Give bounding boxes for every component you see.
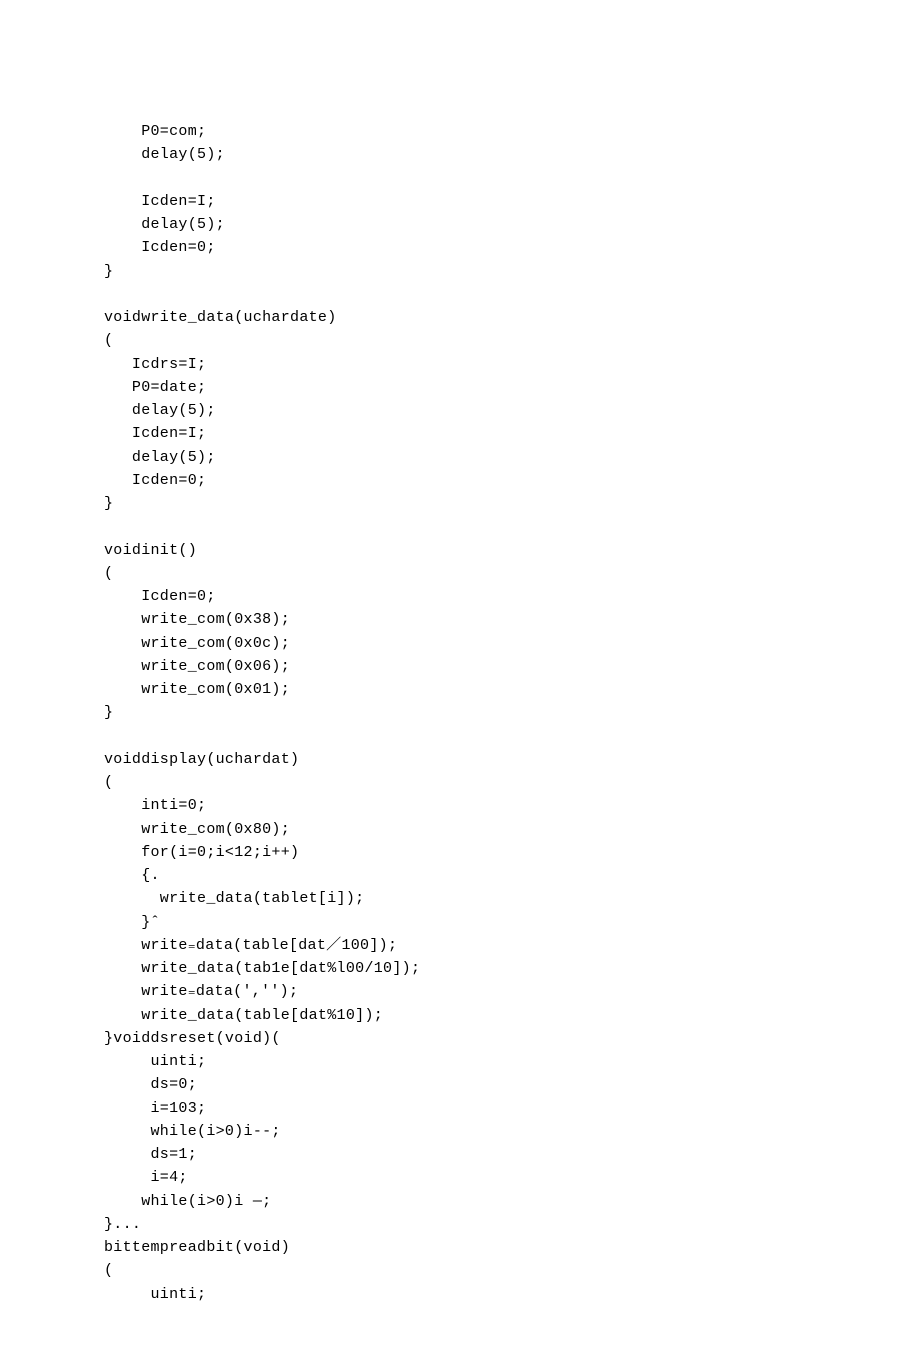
code-line: ds=0; (104, 1076, 197, 1093)
code-document: P0=com; delay(5); Icden=I; delay(5); Icd… (0, 0, 920, 1346)
code-line: delay(5); (104, 402, 216, 419)
code-line: write_data(tablet[i]); (104, 890, 364, 907)
code-line: i=4; (104, 1169, 188, 1186)
code-line: } (104, 495, 113, 512)
code-line: Icden=I; (104, 193, 216, 210)
code-line: {. (104, 867, 160, 884)
code-line: P0=com; (104, 123, 206, 140)
code-line: bittempreadbit(void) (104, 1239, 290, 1256)
code-line: write₌data(table[dat／100]); (104, 937, 397, 954)
code-line: }... (104, 1216, 141, 1233)
code-line: for(i=0;i<12;i++) (104, 844, 299, 861)
code-line: inti=0; (104, 797, 206, 814)
code-line: delay(5); (104, 449, 216, 466)
code-line: P0=date; (104, 379, 206, 396)
code-line: write_data(table[dat%10]); (104, 1007, 383, 1024)
code-line: delay(5); (104, 216, 225, 233)
code-line: ( (104, 1262, 113, 1279)
code-line: while(i>0)i--; (104, 1123, 281, 1140)
code-line: Icden=0; (104, 588, 216, 605)
code-line: write_com(0x38); (104, 611, 290, 628)
code-line: }voiddsreset(void)( (104, 1030, 281, 1047)
code-line: voiddisplay(uchardat) (104, 751, 299, 768)
code-line: voidinit() (104, 542, 197, 559)
code-line: voidwrite_data(uchardate) (104, 309, 337, 326)
code-line: Icden=0; (104, 239, 216, 256)
code-line: uinti; (104, 1286, 206, 1303)
code-line: write_data(tab1e[dat%l00/10]); (104, 960, 420, 977)
code-line: } (104, 704, 113, 721)
code-line: }ˆ (104, 914, 160, 931)
code-line: write_com(0x06); (104, 658, 290, 675)
code-line: uinti; (104, 1053, 206, 1070)
code-line: write_com(0x01); (104, 681, 290, 698)
code-line: ( (104, 774, 113, 791)
code-line: ( (104, 565, 113, 582)
code-line: ds=1; (104, 1146, 197, 1163)
code-line: write_com(0x80); (104, 821, 290, 838)
code-line: Icden=I; (104, 425, 206, 442)
code-line: ( (104, 332, 113, 349)
code-line: delay(5); (104, 146, 225, 163)
code-line: Icdrs=I; (104, 356, 206, 373)
code-line: i=103; (104, 1100, 206, 1117)
code-line: write₌data(',''); (104, 983, 298, 1000)
code-line: while(i>0)i —; (104, 1193, 271, 1210)
code-line: } (104, 263, 113, 280)
code-line: Icden=0; (104, 472, 206, 489)
code-line: write_com(0x0c); (104, 635, 290, 652)
